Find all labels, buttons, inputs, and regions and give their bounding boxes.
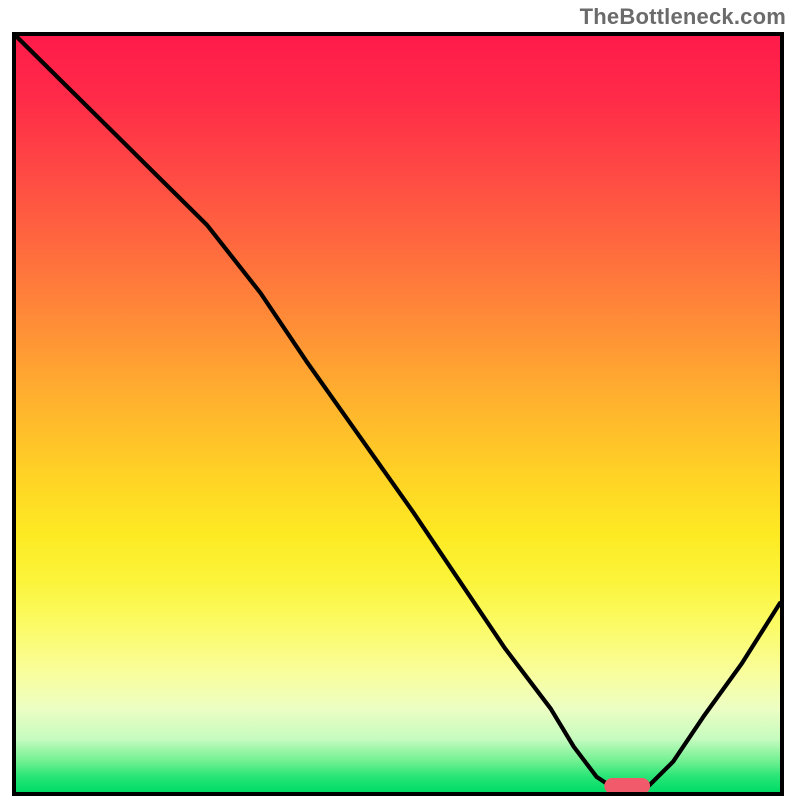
bottleneck-curve <box>16 36 780 792</box>
optimal-marker <box>604 778 650 794</box>
chart-frame <box>12 32 784 796</box>
chart-svg <box>16 36 780 792</box>
watermark-text: TheBottleneck.com <box>580 4 786 30</box>
